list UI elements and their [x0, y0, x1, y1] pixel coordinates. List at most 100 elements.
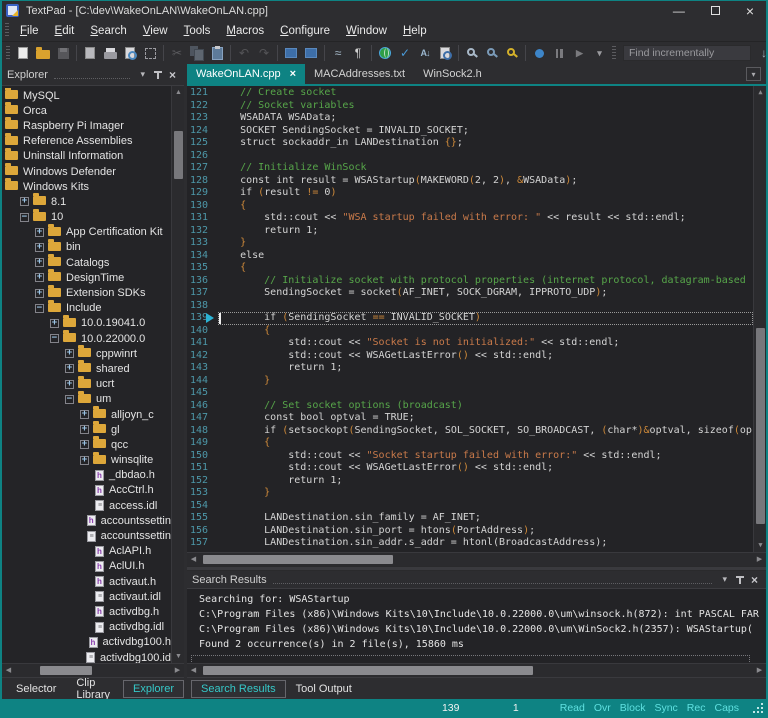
indent-button[interactable] [301, 44, 321, 62]
status-flag-block[interactable]: Block [620, 702, 646, 714]
menu-edit[interactable]: Edit [47, 22, 83, 40]
cut-button[interactable]: ✂ [167, 44, 187, 62]
output-tab-search-results[interactable]: Search Results [191, 680, 286, 698]
pause-macro-button[interactable] [549, 44, 569, 62]
tree-item[interactable]: +alljoyn_c [2, 407, 171, 422]
compare-button[interactable] [435, 44, 455, 62]
tree-item[interactable]: −10.0.22000.0 [2, 331, 171, 346]
expander-icon[interactable]: + [35, 228, 44, 237]
unindent-button[interactable] [281, 44, 301, 62]
status-flag-caps[interactable]: Caps [714, 702, 739, 714]
tree-item[interactable]: ≡activdbg.idl [2, 620, 171, 635]
tree-item[interactable]: MySQL [2, 88, 171, 103]
print-preview-button[interactable] [120, 44, 140, 62]
sort-button[interactable]: A↓ [415, 44, 435, 62]
expander-icon[interactable]: + [50, 319, 59, 328]
html-preview-button[interactable] [375, 44, 395, 62]
editor-vertical-scrollbar[interactable]: ▲ ▼ [753, 86, 766, 552]
scroll-left-icon[interactable]: ◀ [2, 664, 15, 677]
tree-item[interactable]: hactivaut.h [2, 574, 171, 589]
search-down-icon[interactable]: ↓ [755, 46, 768, 60]
tree-item[interactable]: Uninstall Information [2, 149, 171, 164]
menubar-grip[interactable] [5, 23, 9, 38]
tree-item[interactable]: +App Certification Kit [2, 225, 171, 240]
scroll-right-icon[interactable]: ▶ [171, 664, 184, 677]
scroll-up-icon[interactable]: ▲ [172, 86, 184, 99]
expander-icon[interactable]: + [35, 258, 44, 267]
scroll-right-icon[interactable]: ▶ [753, 553, 766, 566]
explorer-horizontal-scrollbar[interactable]: ◀ ▶ [2, 663, 184, 677]
expander-icon[interactable]: + [65, 364, 74, 373]
tree-item[interactable]: hAccCtrl.h [2, 483, 171, 498]
status-flag-rec[interactable]: Rec [687, 702, 706, 714]
tree-item[interactable]: +Extension SDKs [2, 285, 171, 300]
word-wrap-button[interactable]: ≈ [328, 44, 348, 62]
menu-tools[interactable]: Tools [176, 22, 219, 40]
tree-item[interactable]: +winsqlite [2, 453, 171, 468]
expander-icon[interactable]: + [35, 243, 44, 252]
tree-item[interactable]: +gl [2, 422, 171, 437]
tree-item[interactable]: +DesignTime [2, 270, 171, 285]
find-button[interactable] [462, 44, 482, 62]
expander-icon[interactable]: + [80, 440, 89, 449]
editor-horizontal-scrollbar[interactable]: ◀ ▶ [187, 552, 766, 566]
formatting-marks-button[interactable]: ¶ [348, 44, 368, 62]
scrollbar-thumb[interactable] [756, 328, 765, 524]
expander-icon[interactable]: + [80, 456, 89, 465]
search-result-line[interactable]: C:\Program Files (x86)\Windows Kits\10\I… [187, 607, 766, 622]
tab-overflow-button[interactable]: ▾ [746, 67, 761, 81]
tree-item[interactable]: +Catalogs [2, 255, 171, 270]
tree-item[interactable]: Windows Kits [2, 179, 171, 194]
status-flag-ovr[interactable]: Ovr [594, 702, 611, 714]
scroll-up-icon[interactable]: ▲ [754, 86, 766, 99]
scroll-left-icon[interactable]: ◀ [187, 664, 200, 677]
tree-item[interactable]: +ucrt [2, 377, 171, 392]
tree-item[interactable]: −um [2, 392, 171, 407]
tree-item[interactable]: hAclAPI.h [2, 544, 171, 559]
expander-icon[interactable]: + [80, 410, 89, 419]
menu-file[interactable]: File [12, 22, 47, 40]
macro-list-button[interactable]: ▾ [589, 44, 609, 62]
search-results-horizontal-scrollbar[interactable]: ◀ ▶ [187, 663, 766, 677]
menu-view[interactable]: View [135, 22, 176, 40]
copy-button[interactable] [187, 44, 207, 62]
find-in-files-button[interactable] [502, 44, 522, 62]
tree-item[interactable]: ≡activaut.idl [2, 589, 171, 604]
tree-item[interactable]: ≡accountssettin [2, 528, 171, 543]
search-results-dropdown-icon[interactable]: ▾ [718, 574, 731, 585]
search-results-pin-icon[interactable] [735, 575, 744, 584]
expander-icon[interactable]: + [80, 425, 89, 434]
menu-search[interactable]: Search [82, 22, 134, 40]
scroll-down-icon[interactable]: ▼ [172, 650, 184, 663]
incremental-search-input[interactable] [623, 45, 751, 61]
expander-icon[interactable]: − [20, 213, 29, 222]
tree-item[interactable]: +shared [2, 361, 171, 376]
output-tab-tool-output[interactable]: Tool Output [286, 680, 362, 698]
editor-tab[interactable]: MACAddresses.txt [305, 64, 414, 84]
expander-icon[interactable]: + [20, 197, 29, 206]
scrollbar-thumb[interactable] [40, 666, 92, 675]
scroll-right-icon[interactable]: ▶ [753, 664, 766, 677]
tree-item[interactable]: haccountssettin [2, 513, 171, 528]
search-result-line[interactable]: Found 2 occurrence(s) in 2 file(s), 1586… [187, 637, 766, 652]
paste-button[interactable] [207, 44, 227, 62]
tree-item[interactable]: h_dbdao.h [2, 468, 171, 483]
expander-icon[interactable]: + [35, 273, 44, 282]
minimize-button[interactable]: — [673, 5, 685, 17]
tree-item[interactable]: −Include [2, 301, 171, 316]
status-flag-sync[interactable]: Sync [654, 702, 677, 714]
toolbar-grip[interactable] [6, 46, 10, 61]
expander-icon[interactable]: − [50, 334, 59, 343]
editor-tab[interactable]: WinSock2.h [414, 64, 491, 84]
status-flag-read[interactable]: Read [560, 702, 585, 714]
tree-item[interactable]: +cppwinrt [2, 346, 171, 361]
expander-icon[interactable]: + [65, 380, 74, 389]
maximize-button[interactable] [711, 6, 720, 15]
tree-item[interactable]: ≡activdbg100.id [2, 650, 171, 663]
expander-icon[interactable]: + [35, 289, 44, 298]
tree-item[interactable]: −10 [2, 210, 171, 225]
tree-item[interactable]: +bin [2, 240, 171, 255]
redo-button[interactable]: ↷ [254, 44, 274, 62]
scrollbar-thumb[interactable] [174, 131, 183, 179]
search-result-line[interactable]: Searching for: WSAStartup [187, 592, 766, 607]
